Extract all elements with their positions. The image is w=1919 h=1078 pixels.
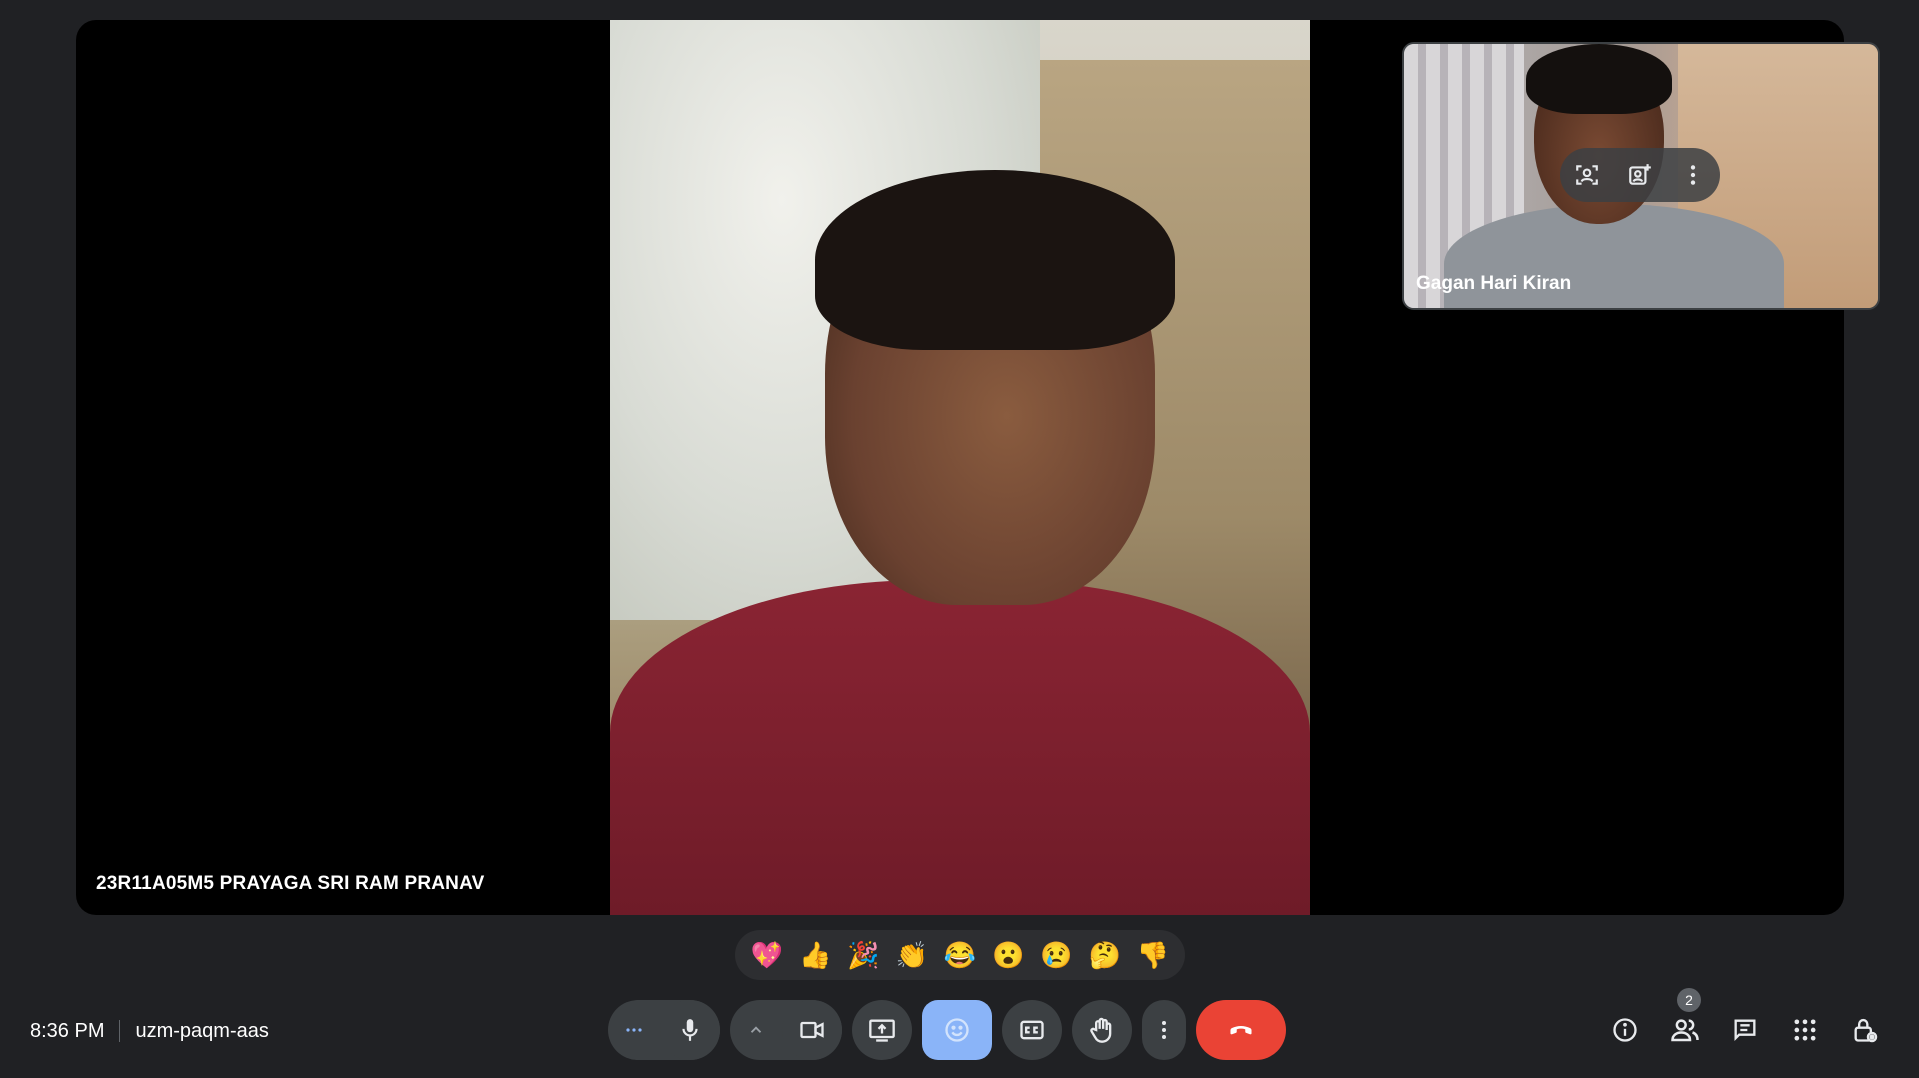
microphone-button[interactable] [660, 1000, 720, 1060]
video-control-group [730, 1000, 842, 1060]
reaction-crying[interactable]: 😢 [1036, 940, 1076, 971]
clock-time: 8:36 PM [30, 1019, 105, 1042]
more-options-icon [1162, 1021, 1166, 1039]
chevron-up-icon[interactable] [730, 1000, 782, 1060]
chat-icon [1734, 1019, 1756, 1041]
more-audio-options-icon[interactable] [608, 1000, 660, 1060]
end-call-button[interactable] [1196, 1000, 1286, 1060]
present-screen-icon [869, 1019, 895, 1042]
host-controls-icon [1854, 1018, 1878, 1043]
main-participant-video[interactable] [610, 20, 1310, 915]
raise-hand-icon [1090, 1017, 1112, 1043]
reaction-thumbs-down[interactable]: 👎 [1133, 940, 1173, 971]
self-view-hair [1526, 44, 1672, 114]
camera-button[interactable] [782, 1000, 842, 1060]
self-view-controls [1560, 148, 1720, 202]
more-options-button[interactable] [1142, 1000, 1186, 1060]
emoji-button[interactable] [922, 1000, 992, 1060]
side-panel-tools: 2 [1605, 988, 1885, 1053]
present-screen-button[interactable] [852, 1000, 912, 1060]
raise-hand-button[interactable] [1072, 1000, 1132, 1060]
self-view-name: Gagan Hari Kiran [1416, 273, 1572, 294]
reaction-sparkling-heart[interactable]: 💖 [747, 940, 787, 971]
reaction-clapping[interactable]: 👏 [892, 940, 932, 971]
chat-button[interactable] [1725, 1007, 1765, 1053]
reaction-laughing[interactable]: 😂 [940, 940, 980, 971]
divider [119, 1020, 121, 1042]
reaction-thumbs-up[interactable]: 👍 [795, 940, 835, 971]
reaction-thinking[interactable]: 🤔 [1085, 940, 1125, 971]
camera-icon [800, 1021, 824, 1039]
captions-icon [1020, 1020, 1044, 1040]
more-options-icon[interactable] [1673, 155, 1713, 195]
call-controls [608, 1000, 1286, 1060]
captions-button[interactable] [1002, 1000, 1062, 1060]
reactions-bar: 💖 👍 🎉 👏 😂 😮 😢 🤔 👎 [735, 930, 1185, 980]
reaction-surprised[interactable]: 😮 [988, 940, 1028, 971]
main-participant-name: 23R11A05M5 PRAYAGA SRI RAM PRANAV [96, 873, 485, 894]
end-call-icon [1230, 1026, 1252, 1035]
emoji-icon [945, 1018, 969, 1042]
audio-control-group [608, 1000, 720, 1060]
participant-hair [815, 170, 1175, 350]
participants-count-badge: 2 [1677, 988, 1701, 1012]
participant-body [610, 580, 1310, 915]
add-background-icon[interactable] [1620, 155, 1660, 195]
people-icon [1671, 1019, 1699, 1042]
host-controls-button[interactable] [1845, 1007, 1885, 1053]
framing-icon[interactable] [1567, 155, 1607, 195]
info-button[interactable] [1605, 1007, 1645, 1053]
people-button[interactable]: 2 [1665, 988, 1705, 1053]
activities-icon [1794, 1019, 1816, 1041]
meeting-info: 8:36 PM uzm-paqm-aas [30, 1016, 269, 1046]
microphone-icon [682, 1019, 698, 1041]
meeting-code: uzm-paqm-aas [135, 1019, 269, 1042]
info-icon [1613, 1018, 1637, 1042]
activities-button[interactable] [1785, 1007, 1825, 1053]
reaction-party-popper[interactable]: 🎉 [844, 940, 884, 971]
